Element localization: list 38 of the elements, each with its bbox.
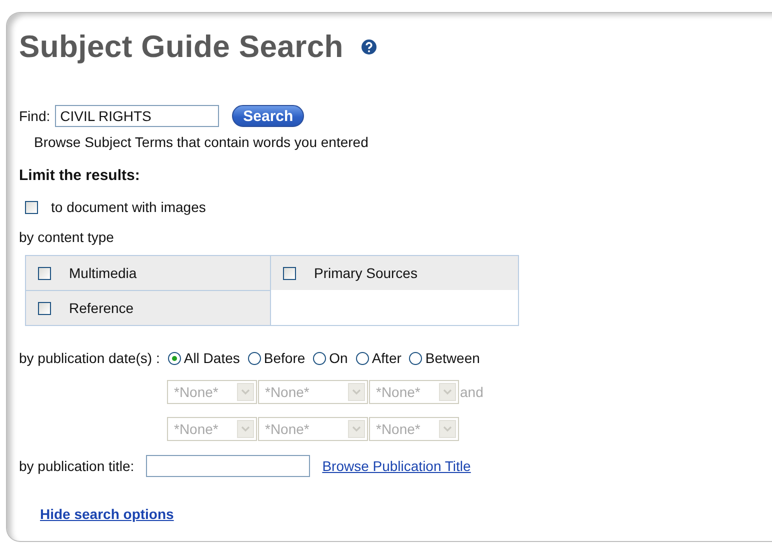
- dropdown-caret-icon: [439, 420, 456, 438]
- date-option-label: After: [372, 350, 402, 366]
- find-label: Find:: [19, 108, 50, 124]
- dropdown-caret-icon: [237, 420, 254, 438]
- date-option-label: Between: [425, 350, 480, 366]
- content-type-option: Reference: [69, 300, 134, 316]
- content-type-option: Primary Sources: [314, 265, 418, 281]
- date-radio[interactable]: [248, 352, 261, 364]
- images-checkbox[interactable]: [25, 200, 38, 214]
- dropdown-caret-icon: [237, 383, 254, 401]
- hide-search-options-link[interactable]: Hide search options: [40, 506, 174, 522]
- limit-heading: Limit the results:: [19, 167, 140, 184]
- publication-title-label: by publication title:: [19, 458, 134, 474]
- search-button[interactable]: Search: [232, 105, 304, 127]
- date-option-label: Before: [264, 350, 306, 366]
- help-icon[interactable]: [361, 39, 378, 55]
- date-radio[interactable]: [313, 352, 326, 364]
- content-type-option: Multimedia: [69, 265, 137, 281]
- content-type-checkbox[interactable]: [38, 266, 51, 280]
- date-option-label: On: [329, 350, 348, 366]
- browse-publication-title-link[interactable]: Browse Publication Title: [322, 458, 471, 474]
- dropdown-caret-icon: [348, 420, 365, 438]
- content-type-checkbox[interactable]: [38, 302, 51, 314]
- publication-date-label: by publication date(s) :: [19, 350, 160, 366]
- images-option-label: to document with images: [51, 199, 206, 215]
- content-type-label: by content type: [19, 229, 114, 245]
- date-radio[interactable]: [356, 352, 369, 364]
- publication-title-field[interactable]: [146, 455, 310, 477]
- dropdown-caret-icon: [439, 383, 456, 401]
- page-title: Subject Guide Search: [19, 29, 344, 65]
- and-label: and: [460, 384, 484, 400]
- find-field[interactable]: CIVIL RIGHTS: [55, 105, 220, 127]
- date-option-label: All Dates: [184, 350, 240, 366]
- date-radio[interactable]: [409, 352, 422, 364]
- dropdown-caret-icon: [348, 383, 365, 401]
- content-type-checkbox[interactable]: [283, 266, 296, 280]
- browse-hint: Browse Subject Terms that contain words you entered: [34, 134, 368, 150]
- date-radio[interactable]: [168, 352, 181, 364]
